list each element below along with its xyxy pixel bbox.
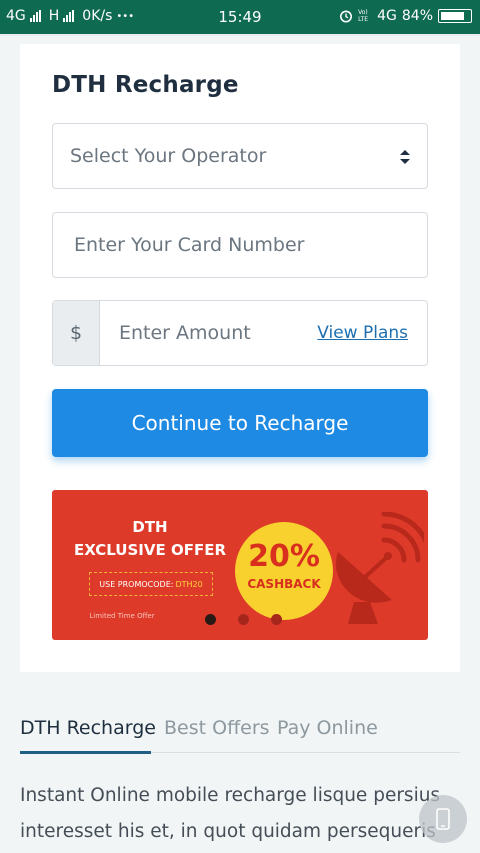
description-line-1: Instant Online mobile recharge lisque pe…	[20, 785, 441, 806]
operator-select-placeholder: Select Your Operator	[70, 145, 267, 167]
phone-icon	[436, 808, 450, 830]
card-number-input[interactable]: Enter Your Card Number	[52, 212, 428, 278]
currency-prefix: $	[53, 301, 100, 365]
network-type-right: 4G	[377, 8, 397, 24]
amount-input-group: $ Enter Amount View Plans	[52, 300, 428, 366]
active-tab-indicator	[20, 751, 151, 754]
promo-prefix: USE PROMOCODE:	[99, 579, 174, 589]
sort-caret-icon	[400, 150, 410, 164]
status-right: Vo) LTE 4G 84%	[339, 8, 472, 24]
carousel-dot[interactable]	[238, 614, 249, 625]
info-tabs: DTH Recharge Best Offers Pay Online	[20, 717, 460, 755]
volte-label: Vo) LTE	[358, 9, 369, 23]
promo-banner[interactable]: DTH EXCLUSIVE OFFER USE PROMOCODE: DTH20…	[52, 490, 428, 640]
promo-code-box: USE PROMOCODE: DTH20	[89, 572, 213, 596]
cashback-label: CASHBACK	[247, 577, 321, 591]
promo-code: DTH20	[175, 579, 203, 589]
view-plans-link[interactable]: View Plans	[317, 323, 408, 343]
description-text: Instant Online mobile recharge lisque pe…	[20, 778, 460, 850]
tab-pay-online[interactable]: Pay Online	[277, 717, 378, 739]
continue-to-recharge-button[interactable]: Continue to Recharge	[52, 389, 428, 457]
alarm-icon	[340, 10, 353, 23]
cashback-percent: 20%	[248, 539, 320, 574]
carousel-dot[interactable]	[271, 614, 282, 625]
battery-icon	[438, 9, 472, 23]
status-bar: 4G H 0K/s ••• 15:49 Vo) LTE 4G 84%	[0, 0, 480, 34]
banner-line-2: EXCLUSIVE OFFER	[74, 541, 226, 559]
battery-percent: 84%	[401, 8, 433, 24]
status-divider	[0, 34, 480, 36]
cashback-badge: 20% CASHBACK	[235, 522, 333, 620]
satellite-dish-icon	[336, 512, 424, 624]
floating-action-button[interactable]	[419, 795, 467, 843]
tab-dth-recharge[interactable]: DTH Recharge	[20, 717, 156, 739]
operator-select[interactable]: Select Your Operator	[52, 123, 428, 189]
banner-line-1: DTH	[132, 518, 168, 536]
carousel-dots	[205, 614, 282, 625]
tab-best-offers[interactable]: Best Offers	[164, 717, 270, 739]
card-number-placeholder: Enter Your Card Number	[74, 234, 305, 256]
page-title: DTH Recharge	[52, 72, 239, 98]
amount-input[interactable]: Enter Amount	[119, 322, 251, 344]
description-line-2: interesset his et, in quot quidam perseq…	[20, 821, 436, 842]
carousel-dot[interactable]	[205, 614, 216, 625]
limited-time-text: Limited Time Offer	[89, 612, 155, 620]
